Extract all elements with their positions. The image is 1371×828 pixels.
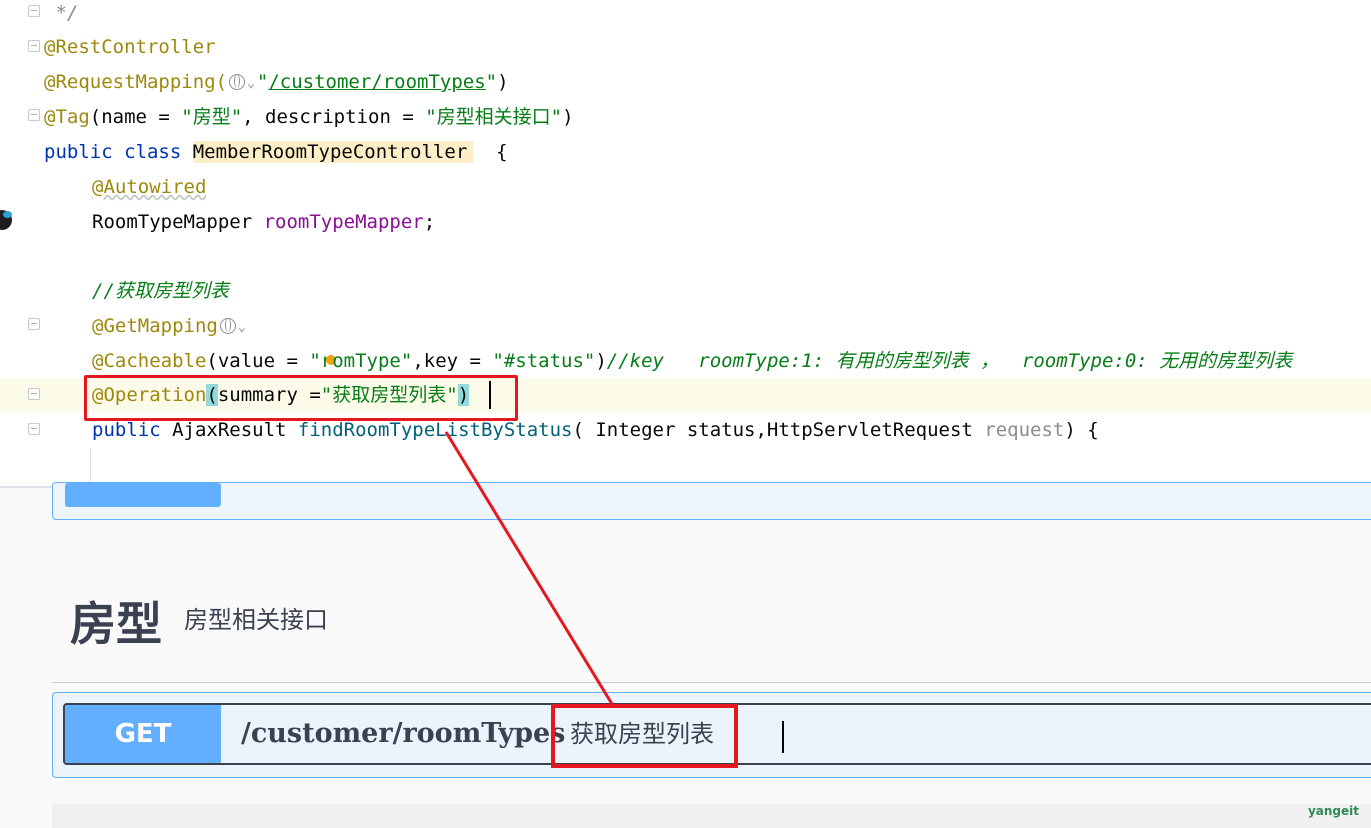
code-line: public class MemberRoomTypeController { <box>44 135 508 169</box>
code-text: , description = <box>242 106 426 128</box>
string-quote: " <box>485 71 498 93</box>
type-name: RoomTypeMapper <box>92 211 264 233</box>
brace: ) { <box>1064 419 1099 441</box>
unused-param: request <box>984 419 1065 441</box>
code-text: ,key = <box>412 350 493 372</box>
highlight-box-operation <box>84 375 518 421</box>
code-line: @Cacheable(value = "romType",key = "#sta… <box>92 344 1292 378</box>
paren: ) <box>497 71 509 93</box>
operation-path: /customer/roomTypes <box>241 718 566 749</box>
previous-operation-block[interactable] <box>52 482 1371 520</box>
request-mapping-url[interactable]: /customer/roomTypes <box>268 71 485 93</box>
next-section-strip <box>52 804 1371 828</box>
swagger-ui: 房型 房型相关接口 GET /customer/roomTypes 获取房型列表… <box>0 482 1371 828</box>
fold-marker[interactable] <box>28 109 40 121</box>
type-name: AjaxResult <box>172 419 298 441</box>
paren: ) <box>595 350 607 372</box>
keyword: public class <box>44 141 193 163</box>
fold-marker[interactable] <box>28 40 40 52</box>
class-name[interactable]: MemberRoomTypeController <box>192 141 474 163</box>
line-comment: //获取房型列表 <box>92 280 229 302</box>
annotation-request-mapping: @RequestMapping( <box>44 71 228 93</box>
indent-guide <box>90 448 91 486</box>
tag-name-string: "房型" <box>181 106 243 128</box>
string: omType" <box>332 350 413 372</box>
code-text: (value = <box>206 350 310 372</box>
text-cursor <box>782 721 784 753</box>
method-badge-get: GET <box>65 705 221 763</box>
code-line: */ <box>44 0 78 30</box>
code-line: @RestController <box>44 30 216 64</box>
string: "#status" <box>492 350 596 372</box>
tag-description: 房型相关接口 <box>184 606 328 634</box>
divider <box>52 682 1371 683</box>
line-comment: //key roomType:1: 有用的房型列表 ， roomType:0: … <box>606 350 1293 372</box>
watermark: yangeit <box>1307 804 1359 818</box>
code-line: @Tag(name = "房型", description = "房型相关接口"… <box>44 100 574 134</box>
globe-icon[interactable] <box>229 74 246 90</box>
fold-marker[interactable] <box>28 318 40 330</box>
code-editor[interactable]: */ @RestController @RequestMapping(⌄ "/cu… <box>0 0 1371 486</box>
annotation-tag: @Tag <box>44 106 90 128</box>
code-line: @GetMapping ⌄ <box>92 309 248 343</box>
method-name: findRoomTypeListByStatus <box>297 419 573 441</box>
field-name: roomTypeMapper <box>263 211 424 233</box>
paren: ) <box>562 106 574 128</box>
annotation-get-mapping: @GetMapping <box>92 315 218 337</box>
chevron-down-icon[interactable]: ⌄ <box>247 76 255 91</box>
code-line: @RequestMapping(⌄ "/customer/roomTypes") <box>44 65 509 99</box>
string-quote: " <box>256 71 269 93</box>
fold-marker[interactable] <box>28 5 40 17</box>
params: ( Integer status,HttpServletRequest <box>572 419 985 441</box>
spring-bean-icon[interactable] <box>0 210 12 230</box>
fold-marker[interactable] <box>28 423 40 435</box>
highlight-box-summary <box>551 704 738 768</box>
annotation-rest-controller: @RestController <box>44 36 216 58</box>
annotation-autowired: @Autowired <box>92 176 207 198</box>
annotation-cacheable: @Cacheable <box>92 350 207 372</box>
code-line: @Autowired <box>92 170 206 204</box>
comment-end: */ <box>44 2 79 24</box>
semicolon: ; <box>423 211 436 233</box>
brace: { <box>473 141 508 163</box>
code-line: //获取房型列表 <box>92 274 229 308</box>
keyword: public <box>92 419 173 441</box>
code-text: (name = <box>89 106 182 128</box>
tag-title[interactable]: 房型 <box>70 588 162 654</box>
tag-description-string: "房型相关接口" <box>425 106 563 128</box>
code-line: RoomTypeMapper roomTypeMapper; <box>92 205 435 239</box>
globe-icon[interactable] <box>219 318 236 334</box>
fold-marker[interactable] <box>28 388 40 400</box>
chevron-down-icon[interactable]: ⌄ <box>238 320 246 335</box>
method-badge <box>65 483 221 507</box>
